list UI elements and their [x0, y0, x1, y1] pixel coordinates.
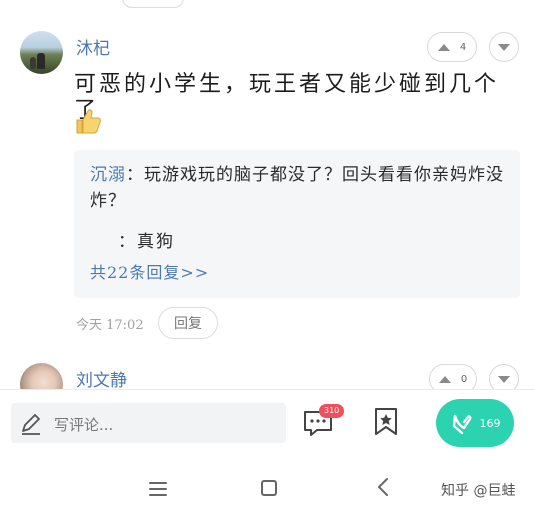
- comment-bar: 写评论... 310 169: [0, 389, 534, 455]
- system-nav-bar: 知乎 @巨蛙: [0, 455, 534, 516]
- reply-author[interactable]: 沉溺: [90, 165, 126, 185]
- back-icon[interactable]: [376, 477, 390, 497]
- like-button[interactable]: 169: [436, 399, 514, 447]
- menu-icon[interactable]: [149, 482, 167, 496]
- avatar[interactable]: [20, 31, 63, 74]
- arrow-up-icon: [437, 43, 450, 51]
- avatar-figure: [37, 53, 45, 69]
- downvote-button[interactable]: [489, 32, 519, 62]
- arrow-down-icon: [498, 43, 510, 51]
- upvote-button[interactable]: 4: [427, 32, 477, 62]
- reply-item: ：真狗: [118, 232, 175, 252]
- bookmark-icon[interactable]: [372, 406, 400, 436]
- watermark: 知乎 @巨蛙: [441, 483, 516, 499]
- comment-count-badge: 310: [319, 404, 345, 418]
- comment-author[interactable]: 刘文静: [76, 366, 127, 391]
- reply-button[interactable]: 回复: [158, 307, 218, 339]
- reply-text: ：玩游戏玩的脑子都没了？回头看看你亲妈炸没炸？: [90, 165, 504, 211]
- arrow-down-icon: [498, 375, 510, 383]
- reply-item: 沉溺：玩游戏玩的脑子都没了？回头看看你亲妈炸没炸？: [90, 162, 505, 214]
- comment-author[interactable]: 沐杞: [76, 34, 110, 59]
- partial-pill[interactable]: [122, 0, 184, 8]
- like-count: 169: [479, 416, 501, 430]
- pen-icon: [22, 414, 40, 435]
- upvote-count: 4: [459, 41, 467, 53]
- comment-text: 可恶的小学生，玩王者又能少碰到几个了: [74, 72, 500, 123]
- like-icon: [452, 414, 471, 435]
- arrow-up-icon: [438, 375, 451, 383]
- comment-timestamp: 今天 17:02: [76, 318, 144, 333]
- comment-input[interactable]: 写评论...: [11, 403, 286, 443]
- home-icon[interactable]: [261, 480, 277, 496]
- thumbs-up-icon: [76, 109, 101, 134]
- replies-preview[interactable]: 沉溺：玩游戏玩的脑子都没了？回头看看你亲妈炸没炸？ ：真狗 共22条回复>>: [74, 150, 520, 298]
- upvote-count: 0: [460, 373, 468, 385]
- comment-input-placeholder: 写评论...: [54, 416, 114, 434]
- view-all-replies-link[interactable]: 共22条回复>>: [90, 259, 209, 283]
- avatar-figure: [30, 57, 36, 69]
